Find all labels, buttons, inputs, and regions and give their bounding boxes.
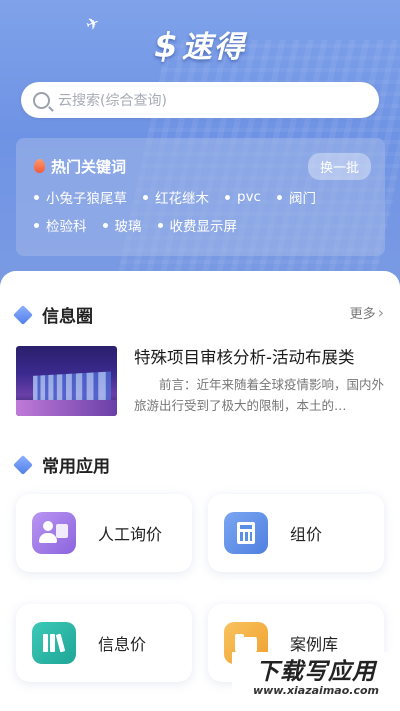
keyword-tag[interactable]: pvc	[225, 189, 261, 205]
apps-header: 常用应用	[13, 452, 110, 477]
info-circle-header: 信息圈	[13, 302, 93, 327]
app-pricing-button[interactable]: 组价	[208, 494, 384, 572]
article-summary[interactable]: 前言：近年来随着全球疫情影响，国内外旅游出行受到了极大的限制，本土的…	[134, 374, 384, 416]
fire-icon	[34, 159, 45, 173]
hero-banner: ✈ $速得 云搜索(综合查询) 热门关键词 换一批 小兔子狼尾草 红花继木 pv…	[0, 0, 400, 300]
books-icon	[32, 622, 76, 664]
article-thumbnail[interactable]	[16, 346, 117, 416]
keyword-tag[interactable]: 收费显示屏	[158, 215, 238, 235]
search-input[interactable]: 云搜索(综合查询)	[21, 82, 379, 118]
app-label: 人工询价	[98, 525, 163, 544]
refresh-keywords-button[interactable]: 换一批	[307, 152, 371, 180]
watermark-text: 下载写应用	[256, 658, 376, 685]
dollar-logo-icon: $	[154, 26, 180, 66]
apps-title: 常用应用	[42, 457, 110, 477]
more-label: 更多	[349, 307, 376, 322]
info-circle-title: 信息圈	[42, 307, 93, 327]
app-label: 组价	[290, 525, 323, 544]
keyword-tag[interactable]: 阀门	[277, 187, 316, 207]
hot-keywords-title: 热门关键词	[51, 157, 127, 176]
content-sheet: 信息圈 更多 › 特殊项目审核分析-活动布展类 前言：近年来随着全球疫情影响，国…	[0, 271, 400, 711]
logo-text: 速得	[181, 30, 246, 65]
search-icon	[33, 91, 50, 109]
keyword-tag[interactable]: 小兔子狼尾草	[34, 187, 127, 207]
keyword-row: 小兔子狼尾草 红花继木 pvc 阀门	[34, 187, 371, 207]
section-diamond-icon	[13, 454, 33, 475]
watermark-logo: 下载写应用 www.xiazaimao.com	[232, 652, 400, 697]
chevron-right-icon: ›	[377, 303, 384, 322]
user-chat-icon	[32, 512, 76, 554]
keyword-tag[interactable]: 红花继木	[143, 187, 209, 207]
hot-keywords-card: 热门关键词 换一批 小兔子狼尾草 红花继木 pvc 阀门 检验科 玻璃 收费显示…	[16, 138, 385, 256]
calculator-icon	[224, 512, 268, 554]
app-label: 信息价	[98, 635, 147, 654]
keyword-tag[interactable]: 玻璃	[103, 215, 142, 235]
keyword-row: 检验科 玻璃 收费显示屏	[34, 215, 371, 235]
article-title[interactable]: 特殊项目审核分析-活动布展类	[134, 344, 384, 368]
section-diamond-icon	[13, 304, 33, 325]
app-logo: $速得	[0, 22, 400, 66]
more-link[interactable]: 更多 ›	[350, 303, 384, 322]
search-placeholder: 云搜索(综合查询)	[58, 93, 167, 109]
watermark-url: www.xiazaimao.com	[252, 683, 379, 697]
app-info-price-button[interactable]: 信息价	[16, 604, 192, 682]
app-manual-inquiry-button[interactable]: 人工询价	[16, 494, 192, 572]
keyword-tag[interactable]: 检验科	[34, 215, 87, 235]
